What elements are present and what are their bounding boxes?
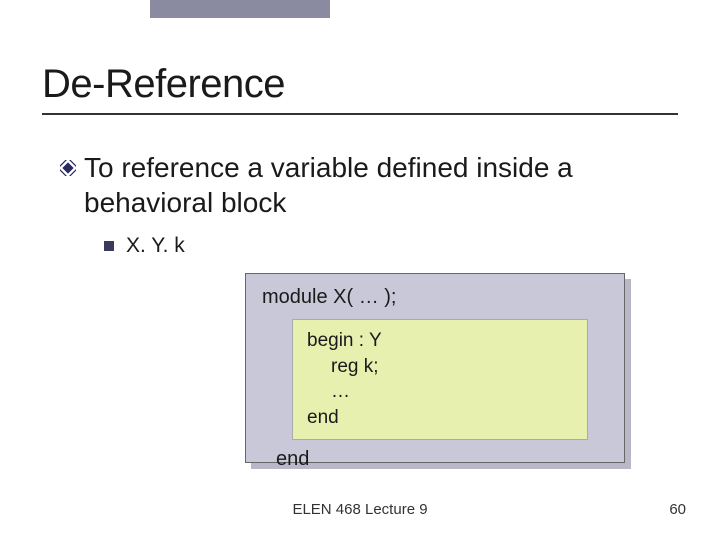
content-area: To reference a variable defined inside a… [60,150,680,258]
footer-page-number: 60 [669,501,686,518]
code-block: module X( … ); begin : Y reg k; … end en… [245,273,625,463]
code-box-outer: module X( … ); begin : Y reg k; … end en… [245,273,625,463]
code-begin: begin : Y [307,328,573,354]
header-decoration [150,0,330,18]
footer-lecture: ELEN 468 Lecture 9 [0,501,720,518]
code-outer-end: end [276,448,608,471]
code-inner-block: begin : Y reg k; … end [292,319,588,440]
bullet-text: To reference a variable defined inside a… [84,150,680,220]
sub-bullet-text: X. Y. k [126,234,185,258]
code-dots: … [307,379,573,405]
diamond-bullet-icon [60,160,76,176]
sub-bullet-row: X. Y. k [104,234,680,258]
code-module-line: module X( … ); [262,286,608,309]
square-bullet-icon [104,241,114,251]
bullet-row: To reference a variable defined inside a… [60,150,680,220]
code-reg: reg k; [307,354,573,380]
title-container: De-Reference [42,62,678,115]
slide-title: De-Reference [42,62,678,107]
code-inner-end: end [307,405,573,431]
